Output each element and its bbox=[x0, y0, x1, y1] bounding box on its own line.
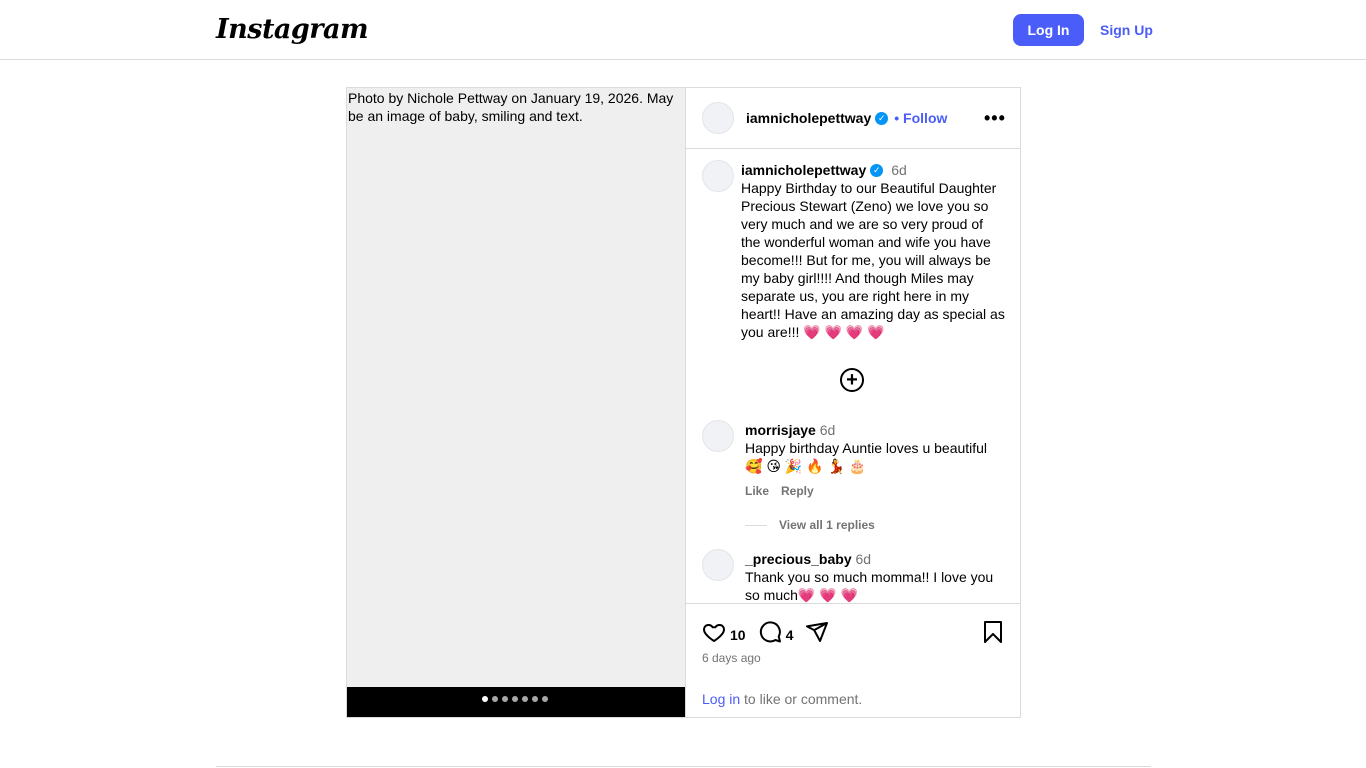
author-info: iamnicholepettway ✓ • Follow bbox=[746, 110, 947, 126]
action-row: 10 4 bbox=[702, 620, 829, 649]
comment-count: 4 bbox=[785, 626, 794, 643]
replies-divider bbox=[745, 524, 767, 526]
carousel-indicator-bar bbox=[347, 687, 685, 717]
like-count: 10 bbox=[730, 626, 746, 643]
login-prompt: Log in to like or comment. bbox=[702, 691, 862, 707]
view-replies[interactable]: View all 1 replies bbox=[745, 518, 875, 532]
log-in-button[interactable]: Log In bbox=[1013, 14, 1084, 46]
post-media[interactable]: Photo by Nichole Pettway on January 19, … bbox=[347, 88, 685, 717]
comments-section[interactable]: iamnicholepettway ✓ 6d Happy Birthday to… bbox=[686, 149, 1021, 603]
comment-time: 6d bbox=[855, 551, 872, 567]
carousel-dot[interactable] bbox=[522, 696, 528, 702]
carousel-dot[interactable] bbox=[502, 696, 508, 702]
plus-circle-icon[interactable]: + bbox=[840, 368, 864, 392]
comment-actions: Like Reply bbox=[745, 484, 814, 498]
caption-time: 6d bbox=[891, 162, 907, 178]
verified-badge-icon: ✓ bbox=[875, 111, 889, 125]
comment-username-text[interactable]: morrisjaye bbox=[745, 422, 816, 438]
share-icon[interactable] bbox=[805, 620, 829, 649]
more-horizontal-icon[interactable]: ••• bbox=[984, 108, 1006, 129]
comment-text: Happy birthday Auntie loves u beautiful … bbox=[745, 440, 988, 474]
log-in-link[interactable]: Log in bbox=[702, 691, 740, 707]
comment-text: Thank you so much momma!! I love you so … bbox=[745, 569, 994, 603]
comment-avatar[interactable] bbox=[702, 549, 734, 581]
carousel-dot[interactable] bbox=[532, 696, 538, 702]
post-header: iamnicholepettway ✓ • Follow ••• bbox=[686, 88, 1021, 149]
caption-avatar[interactable] bbox=[702, 160, 734, 192]
sign-up-link[interactable]: Sign Up bbox=[1100, 22, 1153, 38]
comment-like-button[interactable]: Like bbox=[745, 484, 769, 498]
verified-badge-icon: ✓ bbox=[870, 163, 884, 177]
comment-time: 6d bbox=[819, 422, 836, 438]
top-navigation-bar: Instagram Log In Sign Up bbox=[0, 0, 1366, 60]
carousel-dot[interactable] bbox=[492, 696, 498, 702]
post-actions: 10 4 6 days ago Log in to like or commen… bbox=[686, 603, 1021, 717]
post-sidebar: iamnicholepettway ✓ • Follow ••• iamnich… bbox=[685, 88, 1021, 717]
carousel-dots bbox=[482, 696, 548, 702]
heart-icon[interactable] bbox=[702, 620, 726, 649]
carousel-dot[interactable] bbox=[512, 696, 518, 702]
caption-header: iamnicholepettway ✓ 6d bbox=[741, 162, 907, 178]
carousel-dot[interactable] bbox=[542, 696, 548, 702]
post-container: Photo by Nichole Pettway on January 19, … bbox=[346, 87, 1021, 718]
bookmark-icon[interactable] bbox=[982, 620, 1004, 649]
comment-username-text[interactable]: _precious_baby bbox=[745, 551, 852, 567]
caption-username[interactable]: iamnicholepettway bbox=[741, 162, 866, 178]
comment-icon[interactable] bbox=[758, 620, 782, 649]
footer-divider bbox=[216, 766, 1151, 767]
follow-button[interactable]: • Follow bbox=[894, 110, 947, 126]
comment-username: morrisjaye 6d bbox=[745, 422, 835, 438]
comment-avatar[interactable] bbox=[702, 420, 734, 452]
comment-username: _precious_baby 6d bbox=[745, 551, 871, 567]
carousel-dot[interactable] bbox=[482, 696, 488, 702]
posted-time: 6 days ago bbox=[702, 651, 761, 665]
caption-text: Happy Birthday to our Beautiful Daughter… bbox=[741, 180, 1005, 340]
author-avatar[interactable] bbox=[702, 102, 734, 134]
author-username[interactable]: iamnicholepettway bbox=[746, 110, 871, 126]
comment-reply-button[interactable]: Reply bbox=[781, 484, 814, 498]
broken-image-alt-text: Photo by Nichole Pettway on January 19, … bbox=[348, 90, 674, 124]
login-prompt-text: to like or comment. bbox=[740, 691, 863, 707]
view-replies-label[interactable]: View all 1 replies bbox=[779, 518, 875, 532]
instagram-logo[interactable]: Instagram bbox=[216, 14, 369, 45]
